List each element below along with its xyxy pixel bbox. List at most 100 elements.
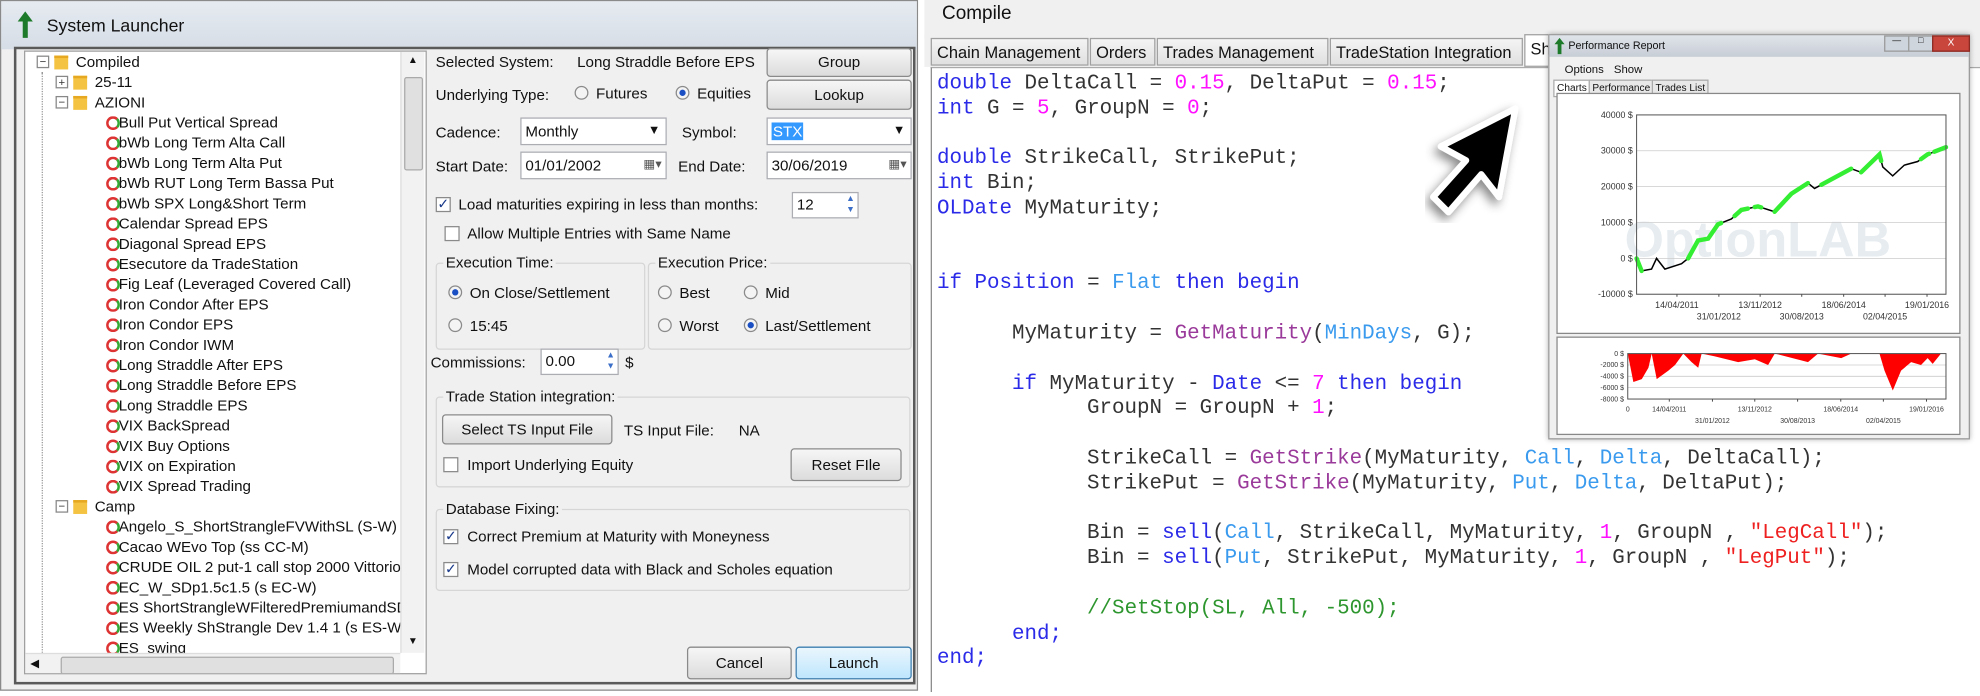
tab-chain-management[interactable]: Chain Management [930, 37, 1089, 66]
tree-vertical-scrollbar[interactable]: ▲ ▼ [400, 51, 425, 653]
tree-item[interactable]: VIX on Expiration [25, 456, 400, 476]
model-corrupted-label: Model corrupted data with Black and Scho… [467, 560, 833, 579]
select-ts-input-file-button[interactable]: Select TS Input File [441, 414, 613, 445]
tree-item[interactable]: Iron Condor After EPS [25, 294, 400, 314]
tree-item[interactable]: VIX BackSpread [25, 415, 400, 435]
collapse-icon[interactable]: − [55, 95, 69, 109]
reset-file-button[interactable]: Reset FIle [790, 448, 902, 482]
scroll-left-icon[interactable]: ◀ [30, 657, 39, 671]
trade-station-title: Trade Station integration: [443, 387, 618, 406]
database-fixing-title: Database Fixing: [443, 500, 563, 518]
last-settlement-radio[interactable] [743, 318, 758, 333]
code-token: DeltaCall = [1012, 70, 1175, 95]
end-date-picker[interactable]: 30/06/2019 ▦▾ [766, 151, 912, 180]
expand-icon[interactable]: + [55, 75, 69, 89]
tree-item[interactable]: ES ShortStrangleWFilteredPremiumandSD [25, 597, 408, 617]
best-radio[interactable] [657, 285, 672, 300]
commissions-stepper[interactable]: 0.00 ▲ ▼ [540, 348, 619, 376]
calendar-icon[interactable]: ▦▾ [643, 153, 661, 178]
load-maturities-checkbox[interactable]: ✓ [435, 196, 451, 213]
code-token: , DeltaPut = [1224, 70, 1388, 95]
tree-item[interactable]: Iron Condor IWM [25, 335, 400, 355]
x-tick-label: 02/04/2015 [1866, 418, 1901, 425]
time-1545-radio[interactable] [448, 318, 463, 333]
mid-radio[interactable] [743, 285, 758, 300]
model-corrupted-checkbox[interactable]: ✓ [443, 561, 459, 578]
calendar-icon[interactable]: ▦▾ [888, 153, 906, 178]
code-token: end; [1012, 620, 1063, 645]
y-tick-label: 0 $ [1614, 351, 1624, 358]
tree-item[interactable]: Long Straddle After EPS [25, 355, 400, 375]
tree-item[interactable]: ES Weekly ShStrangle Dev 1.4 1 (s ES-W) [25, 618, 406, 638]
window-title: System Launcher [46, 15, 185, 36]
tab-trades-management[interactable]: Trades Management [1156, 37, 1329, 66]
tree-item[interactable]: bWb Long Term Alta Call [25, 133, 400, 153]
execution-price-group: Execution Price: Best Mid Worst Last/Set… [647, 253, 912, 350]
tree-item[interactable]: Iron Condor EPS [25, 314, 400, 334]
x-tick-label: 14/04/2011 [1652, 407, 1686, 414]
tree-item[interactable]: bWb RUT Long Term Bassa Put [25, 173, 400, 193]
tree-horizontal-thumb[interactable] [60, 656, 394, 674]
code-token: StrikeCall = [936, 445, 1250, 470]
tree-item[interactable]: +25-11 [25, 72, 400, 92]
tree-item[interactable]: Calendar Spread EPS [25, 213, 400, 233]
tree-horizontal-scrollbar[interactable]: ◀ [25, 652, 401, 674]
folder-icon [73, 95, 88, 110]
tree-item[interactable]: Long Straddle EPS [25, 395, 400, 415]
worst-radio[interactable] [657, 318, 672, 333]
cancel-button[interactable]: Cancel [686, 646, 792, 680]
symbol-select[interactable]: STX ▼ [766, 117, 912, 146]
system-tree[interactable]: − Compiled +25-11− AZIONI Bull Put Vertical … [23, 50, 427, 675]
tab-tradestation-integration[interactable]: TradeStation Integration [1329, 37, 1523, 66]
tree-item[interactable]: VIX Spread Trading [25, 476, 400, 496]
group-button[interactable]: Group [766, 47, 912, 78]
start-date-picker[interactable]: 01/01/2002 ▦▾ [520, 151, 667, 180]
tree-item[interactable]: Diagonal Spread EPS [25, 234, 400, 254]
launch-button[interactable]: Launch [795, 646, 912, 680]
tree-item[interactable]: − Compiled [25, 52, 400, 72]
code-token: sell [1162, 520, 1213, 545]
code-token: G = [974, 95, 1038, 120]
tree-item[interactable]: − AZIONI [25, 92, 400, 112]
stepper-arrows-icon[interactable]: ▲ ▼ [606, 350, 615, 373]
tree-item[interactable]: bWb SPX Long&Short Term [25, 193, 400, 213]
allow-multiple-checkbox[interactable] [444, 226, 460, 242]
tree-item[interactable]: VIX Buy Options [25, 436, 400, 456]
tree-item[interactable]: Cacao WEvo Top (ss CC-M) [25, 537, 400, 557]
collapse-icon[interactable]: − [55, 500, 69, 513]
tree-item[interactable]: Long Straddle Before EPS [25, 375, 400, 395]
tab-orders[interactable]: Orders [1089, 37, 1156, 66]
tree-item[interactable]: Fig Leaf (Leveraged Covered Call) [25, 274, 400, 294]
futures-radio[interactable] [574, 85, 589, 100]
import-underlying-checkbox[interactable] [443, 457, 459, 473]
code-token: Date [1212, 370, 1263, 395]
on-close-radio[interactable] [448, 285, 463, 300]
on-close-label: On Close/Settlement [469, 284, 610, 302]
code-token: 1 [1599, 520, 1613, 545]
tree-item[interactable]: Bull Put Vertical Spread [25, 112, 400, 132]
months-stepper[interactable]: 12 ▲ ▼ [791, 191, 859, 219]
cadence-select[interactable]: Monthly ▼ [520, 117, 667, 146]
tree-item[interactable]: bWb Long Term Alta Put [25, 153, 400, 173]
tree-item-label: Angelo_S_ShortStrangleFVWithSL (S-W) [118, 517, 397, 536]
tree-item[interactable]: Esecutore da TradeStation [25, 254, 400, 274]
code-token: , GroupN = [1049, 95, 1188, 120]
y-tick-label: 40000 $ [1601, 110, 1633, 120]
code-token: 0 [1187, 95, 1200, 120]
currency-label: $ [625, 353, 634, 372]
tree-item[interactable]: − Camp [25, 496, 400, 516]
y-tick-label: 20000 $ [1601, 182, 1633, 192]
compile-button[interactable]: Compile [942, 3, 1011, 24]
collapse-icon[interactable]: − [36, 55, 50, 69]
stepper-arrows-icon[interactable]: ▲ ▼ [846, 193, 855, 216]
lookup-button[interactable]: Lookup [766, 79, 912, 110]
correct-premium-checkbox[interactable]: ✓ [443, 529, 459, 545]
equities-radio[interactable] [675, 85, 690, 100]
code-line: Bin = sell(Call, StrikeCall, MyMaturity,… [937, 521, 1887, 546]
tree-item[interactable]: EC_W_SDp1.5c1.5 (s EC-W) [25, 577, 400, 597]
tree-vertical-thumb[interactable] [404, 77, 424, 171]
tree-item[interactable]: Angelo_S_ShortStrangleFVWithSL (S-W) [25, 516, 400, 536]
scroll-down-icon[interactable]: ▼ [408, 635, 418, 646]
tree-item[interactable]: CRUDE OIL 2 put-1 call stop 2000 Vittori… [25, 557, 416, 577]
scroll-up-icon[interactable]: ▲ [408, 54, 418, 65]
